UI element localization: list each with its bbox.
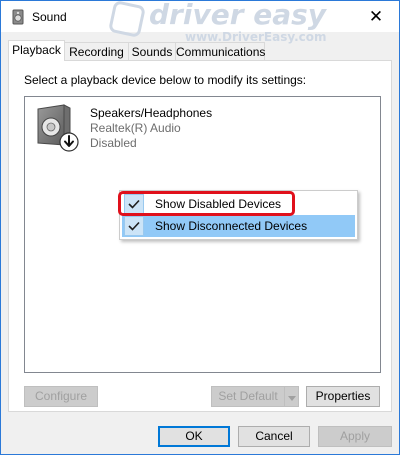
sound-dialog: Sound ✕ driver easy www.DriverEasy.com P… xyxy=(0,0,400,455)
device-status: Disabled xyxy=(90,136,137,150)
tab-sounds[interactable]: Sounds xyxy=(128,42,176,60)
device-item[interactable]: Speakers/Headphones Realtek(R) Audio Dis… xyxy=(31,103,331,153)
check-icon xyxy=(124,194,144,214)
menu-item-show-disabled[interactable]: Show Disabled Devices xyxy=(122,193,355,215)
properties-button[interactable]: Properties xyxy=(306,386,380,407)
check-icon xyxy=(124,216,144,236)
set-default-dropdown[interactable] xyxy=(284,386,299,407)
close-button[interactable]: ✕ xyxy=(353,1,399,32)
menu-item-show-disconnected[interactable]: Show Disconnected Devices xyxy=(122,215,355,237)
set-default-button[interactable]: Set Default xyxy=(211,386,285,407)
title-bar[interactable]: Sound ✕ xyxy=(1,1,399,32)
tab-communications[interactable]: Communications xyxy=(175,42,265,60)
menu-item-label: Show Disconnected Devices xyxy=(155,219,308,233)
instruction-text: Select a playback device below to modify… xyxy=(24,73,307,87)
configure-button[interactable]: Configure xyxy=(24,386,98,407)
window-title: Sound xyxy=(32,10,67,24)
chevron-down-icon xyxy=(287,390,296,404)
close-icon: ✕ xyxy=(368,6,384,26)
tab-recording[interactable]: Recording xyxy=(64,42,129,60)
device-driver: Realtek(R) Audio xyxy=(90,121,181,135)
speaker-app-icon xyxy=(10,9,26,25)
cancel-button[interactable]: Cancel xyxy=(238,426,310,447)
device-name: Speakers/Headphones xyxy=(90,106,213,120)
context-menu: Show Disabled Devices Show Disconnected … xyxy=(119,190,358,240)
tab-playback[interactable]: Playback xyxy=(8,40,65,61)
menu-item-label: Show Disabled Devices xyxy=(155,197,282,211)
speaker-icon xyxy=(34,103,82,153)
ok-button[interactable]: OK xyxy=(158,426,230,447)
apply-button[interactable]: Apply xyxy=(318,426,392,447)
